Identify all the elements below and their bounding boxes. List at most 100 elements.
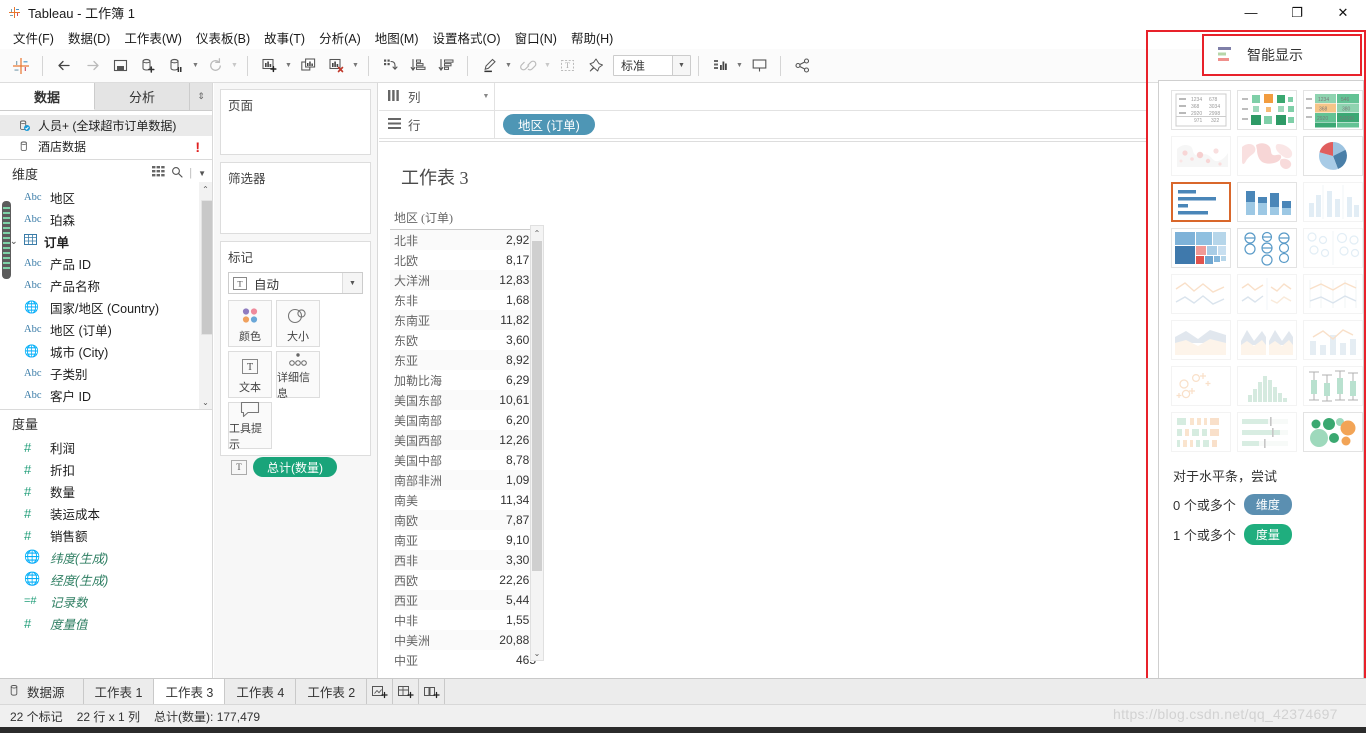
table-row[interactable]: 北非 2,922 — [390, 230, 542, 250]
rows-shelf[interactable]: 行 地区 (订单) — [379, 111, 1146, 139]
minimize-button[interactable]: — — [1228, 0, 1274, 25]
field-item-dimension[interactable]: 🌐 城市 (City) — [0, 340, 212, 362]
thumb-discrete-area[interactable] — [1237, 320, 1297, 360]
highlight-dropdown-icon[interactable]: ▼ — [503, 53, 514, 79]
fix-axis-icon[interactable] — [582, 53, 608, 79]
thumb-dual-combination[interactable] — [1303, 320, 1363, 360]
sheet-tab-1[interactable]: 工作表 1 — [83, 679, 155, 704]
tab-data-source[interactable]: 数据源 — [0, 679, 84, 704]
table-row[interactable]: 中亚 465 — [390, 650, 542, 670]
table-row[interactable]: 东南亚 11,822 — [390, 310, 542, 330]
thumb-discrete-lines[interactable] — [1303, 274, 1363, 314]
data-pane-resize-icon[interactable]: ⇕ — [190, 83, 212, 110]
table-row[interactable]: 南欧 7,871 — [390, 510, 542, 530]
table-row[interactable]: 大洋洲 12,838 — [390, 270, 542, 290]
field-item-dimension[interactable]: Abc 产品名称 — [0, 274, 212, 296]
scroll-thumb[interactable] — [532, 241, 542, 571]
field-item-measure[interactable]: # 利润 — [0, 436, 212, 458]
table-row[interactable]: 南亚 9,109 — [390, 530, 542, 550]
clear-sheet-icon[interactable] — [323, 53, 349, 79]
thumb-dual-lines[interactable] — [1237, 274, 1297, 314]
table-row[interactable]: 西非 3,305 — [390, 550, 542, 570]
table-row[interactable]: 美国南部 6,209 — [390, 410, 542, 430]
thumb-gantt[interactable] — [1171, 412, 1231, 452]
field-item-dimension[interactable]: Abc 客户 ID — [0, 384, 212, 406]
table-row[interactable]: 中非 1,553 — [390, 610, 542, 630]
view-data-icon[interactable] — [152, 166, 165, 180]
table-row[interactable]: 美国东部 10,618 — [390, 390, 542, 410]
dimensions-menu-icon[interactable]: ▼ — [198, 169, 206, 178]
thumb-side-by-side-bars[interactable] — [1303, 182, 1363, 222]
menu-help[interactable]: 帮助(H) — [564, 25, 620, 50]
scroll-up-icon[interactable]: ⌃ — [531, 226, 543, 240]
columns-drop-zone[interactable] — [495, 83, 1146, 110]
menu-format[interactable]: 设置格式(O) — [426, 25, 508, 50]
refresh-icon[interactable] — [202, 53, 228, 79]
field-item-measure[interactable]: # 销售额 — [0, 524, 212, 546]
data-source-item-people[interactable]: 人员+ (全球超市订单数据) — [0, 115, 212, 136]
field-group-orders[interactable]: ⌄ 订单 — [0, 230, 212, 252]
pause-updates-dropdown-icon[interactable]: ▼ — [190, 53, 201, 79]
field-item-measure[interactable]: 🌐 纬度(生成) — [0, 546, 212, 568]
sort-descending-icon[interactable] — [433, 53, 459, 79]
back-icon[interactable] — [51, 53, 77, 79]
thumb-side-by-side-circles[interactable] — [1303, 228, 1363, 268]
table-row[interactable]: 东非 1,688 — [390, 290, 542, 310]
fit-select[interactable]: 标准 ▼ — [613, 55, 691, 76]
scroll-up-icon[interactable]: ⌃ — [199, 182, 212, 196]
label-icon[interactable]: T — [554, 53, 580, 79]
table-row[interactable]: 东亚 8,922 — [390, 350, 542, 370]
mark-type-dropdown-icon[interactable]: ▼ — [342, 273, 362, 293]
field-item-measure[interactable]: # 数量 — [0, 480, 212, 502]
thumb-circle-views[interactable] — [1237, 228, 1297, 268]
field-item-dimension[interactable]: Abc 地区 — [0, 186, 212, 208]
thumb-histogram[interactable] — [1237, 366, 1297, 406]
sheet-tab-2[interactable]: 工作表 2 — [296, 679, 368, 704]
pane-left-rail[interactable] — [0, 201, 14, 279]
thumb-box-and-whisker[interactable] — [1303, 366, 1363, 406]
group-icon[interactable] — [515, 53, 541, 79]
marks-pill-sum-quantity[interactable]: 总计(数量) — [253, 457, 337, 477]
table-row[interactable]: 美国西部 12,266 — [390, 430, 542, 450]
refresh-dropdown-icon[interactable]: ▼ — [229, 53, 240, 79]
field-item-measure[interactable]: # 度量值 — [0, 612, 212, 634]
marks-detail-button[interactable]: 详细信息 — [276, 351, 320, 400]
show-me-button[interactable]: 智能显示 — [1202, 34, 1362, 76]
menu-analysis[interactable]: 分析(A) — [312, 25, 368, 50]
table-row[interactable]: 加勒比海 6,299 — [390, 370, 542, 390]
marks-tooltip-button[interactable]: 工具提示 — [228, 401, 272, 451]
new-data-source-icon[interactable] — [135, 53, 161, 79]
thumb-horizontal-bars[interactable] — [1171, 182, 1231, 222]
table-row[interactable]: 美国中部 8,780 — [390, 450, 542, 470]
columns-dropdown-icon[interactable]: ▼ — [478, 93, 494, 100]
swap-axes-icon[interactable] — [377, 53, 403, 79]
new-worksheet-icon[interactable] — [256, 53, 282, 79]
menu-data[interactable]: 数据(D) — [61, 25, 117, 50]
marks-text-button[interactable]: T 文本 — [228, 351, 272, 398]
group-dropdown-icon[interactable]: ▼ — [542, 53, 553, 79]
menu-story[interactable]: 故事(T) — [257, 25, 312, 50]
table-row[interactable]: 南美 11,345 — [390, 490, 542, 510]
forward-icon[interactable] — [79, 53, 105, 79]
field-item-measure[interactable]: # 折扣 — [0, 458, 212, 480]
fit-dropdown-icon[interactable]: ▼ — [672, 56, 690, 75]
table-row[interactable]: 南部非洲 1,096 — [390, 470, 542, 490]
menu-file[interactable]: 文件(F) — [6, 25, 61, 50]
rows-pill-region[interactable]: 地区 (订单) — [503, 114, 595, 135]
presentation-mode-icon[interactable] — [746, 53, 772, 79]
search-icon[interactable] — [171, 166, 183, 181]
save-icon[interactable] — [107, 53, 133, 79]
maximize-button[interactable]: ❐ — [1274, 0, 1320, 25]
tableau-home-icon[interactable] — [8, 53, 34, 79]
new-dashboard-tab-icon[interactable] — [393, 679, 420, 704]
thumb-bullet-graph[interactable] — [1237, 412, 1297, 452]
highlight-icon[interactable] — [476, 53, 502, 79]
field-item-measure[interactable]: 🌐 经度(生成) — [0, 568, 212, 590]
rows-drop-zone[interactable]: 地区 (订单) — [495, 111, 1146, 138]
close-button[interactable]: ✕ — [1320, 0, 1366, 25]
filters-card[interactable]: 筛选器 — [220, 162, 371, 234]
thumb-continuous-lines[interactable] — [1171, 274, 1231, 314]
dimensions-scrollbar[interactable]: ⌃ ⌄ — [199, 182, 212, 409]
pause-updates-icon[interactable] — [163, 53, 189, 79]
menu-map[interactable]: 地图(M) — [368, 25, 426, 50]
